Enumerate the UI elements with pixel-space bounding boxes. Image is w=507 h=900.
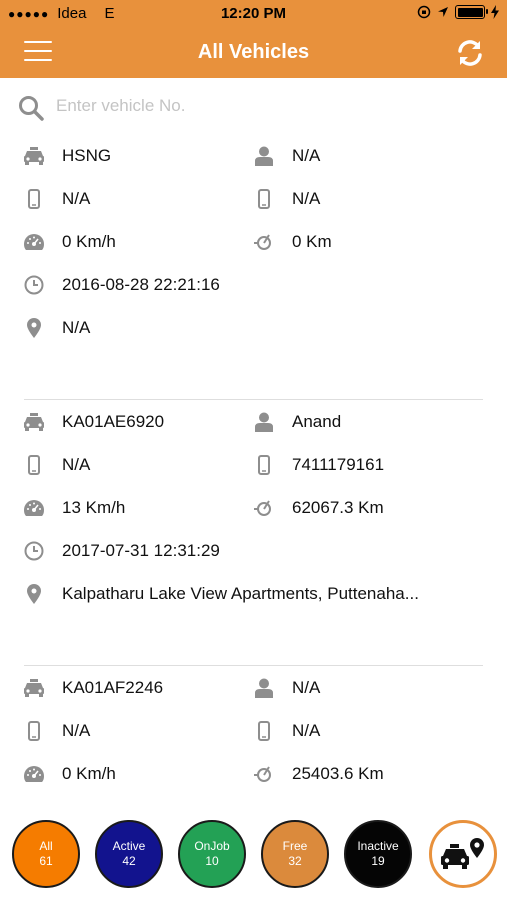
search-input[interactable] xyxy=(56,92,476,120)
car-icon xyxy=(22,144,46,168)
search-bar xyxy=(0,78,507,134)
vehicle-speed: 0 Km/h xyxy=(62,231,116,251)
phone-icon xyxy=(252,187,276,211)
filter-label: Inactive xyxy=(357,839,399,853)
vehicle-number: KA01AE6920 xyxy=(62,411,165,431)
vehicle-number: HSNG xyxy=(62,145,112,165)
odometer-icon xyxy=(252,496,276,520)
vehicle-odometer: 62067.3 Km xyxy=(292,497,384,517)
last-update-time: 2017-07-31 12:31:29 xyxy=(62,540,220,560)
vehicle-odometer: 25403.6 Km xyxy=(292,763,384,783)
filter-all-button[interactable]: All 61 xyxy=(12,820,80,888)
clock-icon xyxy=(22,539,46,563)
vehicle-card[interactable]: KA01AE6920 Anand N/A 7411179161 13 Km/h … xyxy=(0,400,507,666)
page-title: All Vehicles xyxy=(197,41,310,63)
car-icon xyxy=(22,676,46,700)
filter-bar: All 61 Active 42 OnJob 10 Free 32 Inacti… xyxy=(0,808,507,900)
filter-count: 10 xyxy=(205,854,219,868)
phone-icon xyxy=(252,453,276,477)
odometer-icon xyxy=(252,230,276,254)
filter-count: 42 xyxy=(122,854,136,868)
filter-label: OnJob xyxy=(194,839,230,853)
speedometer-icon xyxy=(22,496,46,520)
odometer-icon xyxy=(252,762,276,786)
clock-icon xyxy=(22,273,46,297)
phone-number: N/A xyxy=(62,720,91,740)
phone-number: N/A xyxy=(62,188,91,208)
rotation-lock-icon xyxy=(417,5,431,19)
battery-icon xyxy=(455,5,488,19)
vehicle-speed: 13 Km/h xyxy=(62,497,126,517)
phone-icon xyxy=(22,719,46,743)
location-pin-icon xyxy=(22,582,46,606)
last-update-time: 2016-08-28 22:21:16 xyxy=(62,274,220,294)
filter-count: 32 xyxy=(288,854,302,868)
vehicle-location: N/A xyxy=(62,317,91,337)
driver-name: N/A xyxy=(292,677,321,697)
filter-onjob-button[interactable]: OnJob 10 xyxy=(178,820,246,888)
filter-active-button[interactable]: Active 42 xyxy=(95,820,163,888)
vehicle-card[interactable]: HSNG N/A N/A N/A 0 Km/h 0 Km 2016-08-28 … xyxy=(0,134,507,400)
vehicle-odometer: 0 Km xyxy=(292,231,332,251)
filter-label: Active xyxy=(112,839,146,853)
car-icon xyxy=(22,410,46,434)
location-pin-icon xyxy=(22,316,46,340)
phone-icon xyxy=(22,187,46,211)
refresh-icon[interactable] xyxy=(455,38,485,68)
filter-inactive-button[interactable]: Inactive 19 xyxy=(344,820,412,888)
driver-icon xyxy=(252,410,276,434)
search-icon xyxy=(19,96,44,121)
vehicle-list[interactable]: HSNG N/A N/A N/A 0 Km/h 0 Km 2016-08-28 … xyxy=(0,134,507,804)
filter-count: 19 xyxy=(371,854,385,868)
filter-count: 61 xyxy=(39,854,53,868)
filter-free-button[interactable]: Free 32 xyxy=(261,820,329,888)
vehicle-speed: 0 Km/h xyxy=(62,763,116,783)
driver-icon xyxy=(252,676,276,700)
phone-number: 7411179161 xyxy=(292,454,385,474)
phone-icon xyxy=(252,719,276,743)
vehicle-location: Kalpatharu Lake View Apartments, Puttena… xyxy=(62,583,419,603)
map-view-button[interactable] xyxy=(429,820,497,888)
nav-bar: All Vehicles xyxy=(0,28,507,78)
filter-label: Free xyxy=(282,839,308,853)
status-bar: ●●●●● Idea E 12:20 PM xyxy=(0,0,507,28)
driver-icon xyxy=(252,144,276,168)
speedometer-icon xyxy=(22,230,46,254)
charging-bolt-icon xyxy=(491,5,499,19)
speedometer-icon xyxy=(22,762,46,786)
phone-number: N/A xyxy=(292,720,321,740)
driver-name: Anand xyxy=(292,411,342,431)
vehicle-number: KA01AF2246 xyxy=(62,677,164,697)
phone-number: N/A xyxy=(292,188,321,208)
phone-number: N/A xyxy=(62,454,91,474)
car-location-icon xyxy=(441,838,484,869)
driver-name: N/A xyxy=(292,145,321,165)
location-arrow-icon xyxy=(438,7,448,17)
vehicle-card[interactable]: KA01AF2246 N/A N/A N/A 0 Km/h 25403.6 Km xyxy=(0,666,507,804)
phone-icon xyxy=(22,453,46,477)
filter-label: All xyxy=(39,839,53,853)
